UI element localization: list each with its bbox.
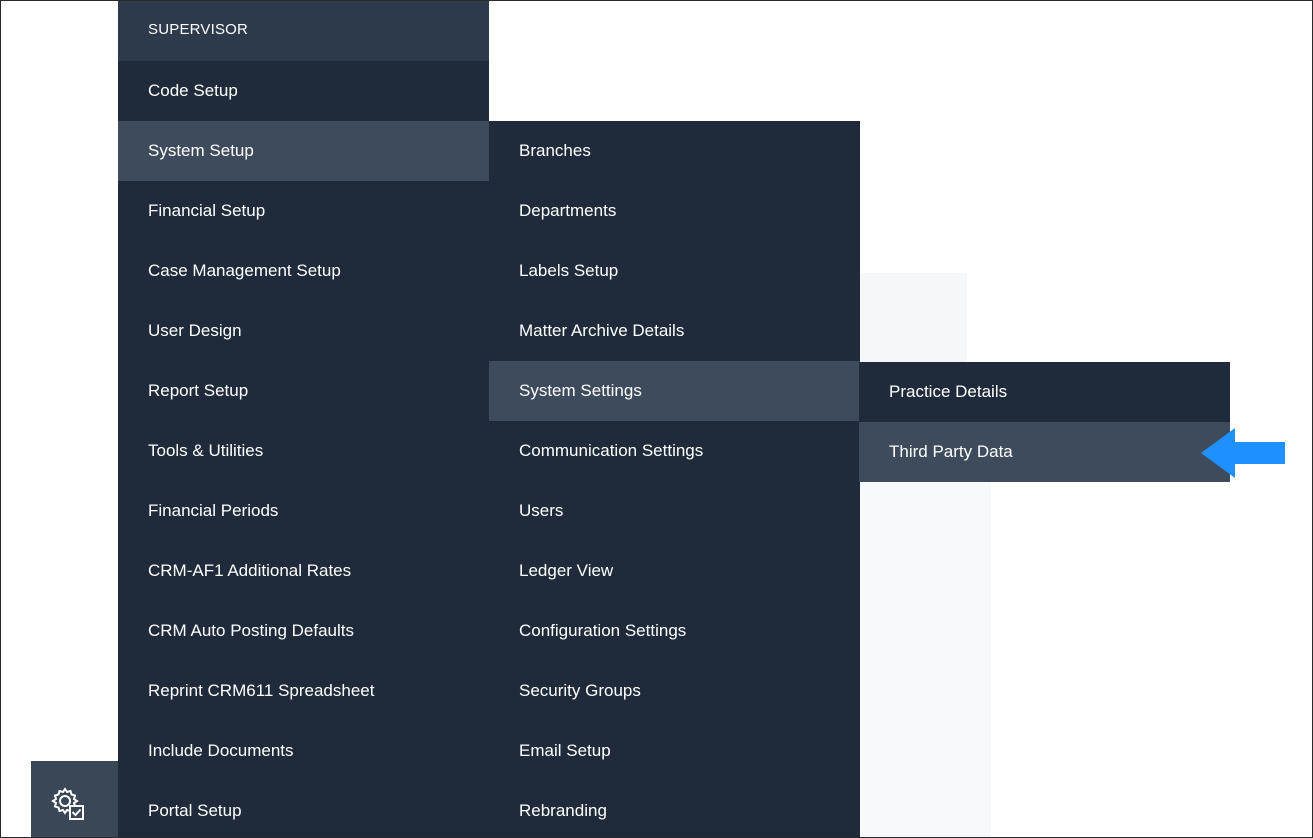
menu-item-case-management-setup[interactable]: Case Management Setup [118,241,489,301]
menu-item-ledger-view[interactable]: Ledger View [489,541,860,601]
menu-item-financial-setup[interactable]: Financial Setup [118,181,489,241]
menu-item-departments[interactable]: Departments [489,181,860,241]
menu-item-report-setup[interactable]: Report Setup [118,361,489,421]
supervisor-menu: SUPERVISOR Code Setup System Setup Finan… [118,1,489,837]
menu-item-practice-details[interactable]: Practice Details [859,362,1230,422]
side-rail [31,761,118,837]
menu-item-system-settings[interactable]: System Settings [489,361,860,421]
background-panel [859,481,991,837]
menu-item-users[interactable]: Users [489,481,860,541]
menu-item-configuration-settings[interactable]: Configuration Settings [489,601,860,661]
menu-item-financial-periods[interactable]: Financial Periods [118,481,489,541]
arrow-left-icon [1201,428,1285,478]
menu-item-crm-auto-posting-defaults[interactable]: CRM Auto Posting Defaults [118,601,489,661]
menu-item-branches[interactable]: Branches [489,121,860,181]
menu-item-include-documents[interactable]: Include Documents [118,721,489,781]
menu-item-system-setup[interactable]: System Setup [118,121,489,181]
menu-item-rebranding[interactable]: Rebranding [489,781,860,837]
menu-item-third-party-data[interactable]: Third Party Data [859,422,1230,482]
system-settings-submenu: Practice Details Third Party Data [859,362,1230,482]
menu-item-reprint-crm611-spreadsheet[interactable]: Reprint CRM611 Spreadsheet [118,661,489,721]
menu-item-user-design[interactable]: User Design [118,301,489,361]
menu-item-email-setup[interactable]: Email Setup [489,721,860,781]
menu-item-labels-setup[interactable]: Labels Setup [489,241,860,301]
menu-item-matter-archive-details[interactable]: Matter Archive Details [489,301,860,361]
screen-frame: SUPERVISOR Code Setup System Setup Finan… [0,0,1313,838]
menu-item-code-setup[interactable]: Code Setup [118,61,489,121]
system-setup-submenu: Branches Departments Labels Setup Matter… [489,121,860,837]
menu-header-supervisor: SUPERVISOR [118,1,489,61]
menu-item-security-groups[interactable]: Security Groups [489,661,860,721]
menu-item-crm-af1-additional-rates[interactable]: CRM-AF1 Additional Rates [118,541,489,601]
menu-item-communication-settings[interactable]: Communication Settings [489,421,860,481]
settings-gear-icon[interactable] [51,787,85,821]
menu-item-portal-setup[interactable]: Portal Setup [118,781,489,837]
menu-item-tools-utilities[interactable]: Tools & Utilities [118,421,489,481]
